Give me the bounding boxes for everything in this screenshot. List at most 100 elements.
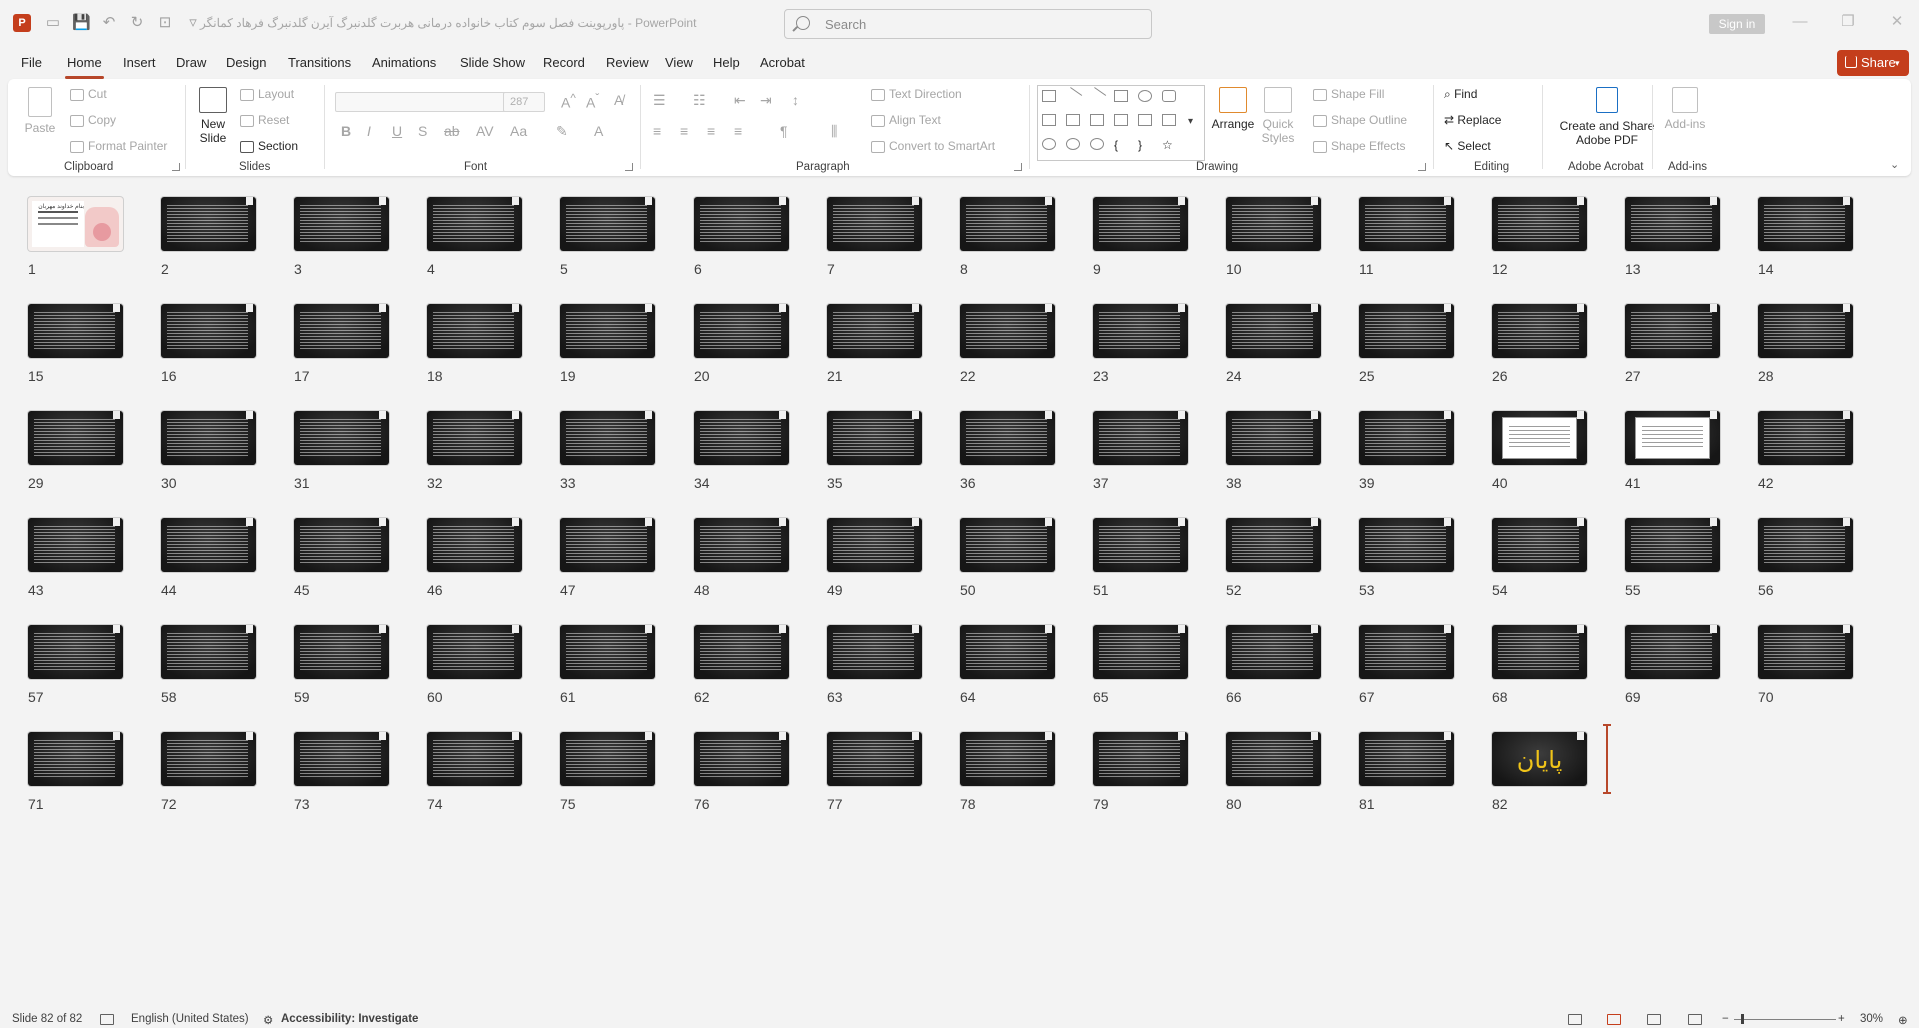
slide-thumbnail[interactable] — [827, 518, 922, 572]
tab-slide-show[interactable]: Slide Show — [460, 55, 525, 70]
char-spacing-icon[interactable]: AV — [476, 123, 494, 139]
slide-thumbnail[interactable] — [560, 304, 655, 358]
slide-thumbnail[interactable] — [1093, 518, 1188, 572]
save-icon[interactable]: 💾 — [72, 13, 91, 33]
slide-thumbnail[interactable] — [1625, 411, 1720, 465]
slide-thumbnail[interactable] — [1226, 732, 1321, 786]
flowchart-shape-icon[interactable] — [1162, 114, 1176, 126]
slide-thumbnail[interactable] — [694, 304, 789, 358]
slide-thumbnail[interactable] — [28, 411, 123, 465]
present-icon[interactable]: ⊡ — [156, 13, 174, 33]
line-spacing-icon[interactable]: ↕ — [792, 92, 799, 108]
textbox-shape-icon[interactable] — [1042, 90, 1056, 102]
slide-thumbnail[interactable] — [294, 304, 389, 358]
accessibility-icon[interactable]: ⚙ — [263, 1013, 273, 1027]
shape-effects-button[interactable]: Shape Effects — [1313, 139, 1406, 153]
slide-thumbnail[interactable] — [161, 411, 256, 465]
slide-thumbnail[interactable] — [294, 411, 389, 465]
oval-shape-icon[interactable] — [1138, 90, 1152, 102]
reset-button[interactable]: Reset — [240, 113, 289, 127]
format-painter-button[interactable]: Format Painter — [70, 139, 167, 153]
close-icon[interactable]: ✕ — [1887, 12, 1907, 32]
clipboard-launcher-icon[interactable] — [172, 163, 180, 171]
slideshow-view-icon[interactable] — [1688, 1014, 1702, 1025]
tab-view[interactable]: View — [665, 55, 693, 70]
undo-icon[interactable]: ↶ — [100, 13, 118, 33]
slide-thumbnail[interactable] — [1093, 411, 1188, 465]
accessibility-status[interactable]: Accessibility: Investigate — [281, 1013, 418, 1025]
slide-thumbnail[interactable] — [1226, 518, 1321, 572]
line-shape-icon[interactable] — [1063, 87, 1083, 105]
slide-thumbnail[interactable] — [427, 625, 522, 679]
slide-thumbnail[interactable] — [28, 518, 123, 572]
increase-indent-icon[interactable]: ⇥ — [760, 92, 772, 109]
font-launcher-icon[interactable] — [625, 163, 633, 171]
slide-thumbnail[interactable] — [827, 411, 922, 465]
quick-styles-button[interactable]: Quick Styles — [1259, 87, 1297, 145]
slide-thumbnail[interactable] — [1093, 625, 1188, 679]
slide-thumbnail[interactable] — [161, 732, 256, 786]
slide-thumbnail[interactable] — [960, 197, 1055, 251]
copy-button[interactable]: Copy — [70, 113, 116, 127]
text-direction-button[interactable]: Text Direction — [871, 87, 962, 101]
zoom-out-icon[interactable]: − — [1722, 1013, 1729, 1025]
slide-thumbnail[interactable] — [1625, 518, 1720, 572]
normal-view-icon[interactable] — [1568, 1014, 1582, 1025]
autosave-icon[interactable]: ▭ — [44, 13, 62, 33]
slide-thumbnail[interactable]: پایان — [1492, 732, 1587, 786]
rounded-rect-shape-icon[interactable] — [1162, 90, 1176, 102]
slide-thumbnail[interactable] — [294, 732, 389, 786]
elbow-arrow-icon[interactable] — [1090, 114, 1104, 126]
decrease-indent-icon[interactable]: ⇤ — [734, 92, 746, 109]
slide-thumbnail[interactable] — [1758, 304, 1853, 358]
paragraph-launcher-icon[interactable] — [1014, 163, 1022, 171]
slide-thumbnail[interactable] — [1359, 518, 1454, 572]
language[interactable]: English (United States) — [131, 1013, 249, 1025]
strikethrough-icon[interactable]: ab — [444, 123, 460, 139]
slide-thumbnail[interactable] — [827, 304, 922, 358]
slide-thumbnail[interactable] — [161, 518, 256, 572]
shape-outline-button[interactable]: Shape Outline — [1313, 113, 1407, 127]
justify-icon[interactable]: ≡ — [734, 123, 742, 139]
slide-thumbnail[interactable] — [1492, 304, 1587, 358]
select-button[interactable]: ↖ Select — [1444, 139, 1491, 153]
right-arrow-shape-icon[interactable] — [1114, 114, 1128, 126]
slide-thumbnail[interactable] — [960, 732, 1055, 786]
slide-thumbnail[interactable] — [28, 304, 123, 358]
slide-thumbnail[interactable] — [1226, 411, 1321, 465]
star-shape-icon[interactable]: ☆ — [1162, 138, 1176, 152]
zoom-in-icon[interactable]: + — [1838, 1013, 1845, 1025]
slide-thumbnail[interactable] — [427, 518, 522, 572]
slide-thumbnail[interactable] — [1625, 304, 1720, 358]
create-share-pdf-button[interactable]: Create and Share Adobe PDF — [1548, 87, 1666, 147]
right-brace-icon[interactable]: } — [1138, 138, 1152, 152]
slide-thumbnail[interactable] — [427, 304, 522, 358]
tab-draw[interactable]: Draw — [176, 55, 206, 70]
align-right-icon[interactable]: ≡ — [707, 123, 715, 139]
slide-thumbnail[interactable] — [694, 197, 789, 251]
sign-in-button[interactable]: Sign in — [1709, 14, 1765, 34]
slide-thumbnail[interactable] — [694, 411, 789, 465]
share-button[interactable]: Share ▾ — [1837, 50, 1909, 76]
replace-button[interactable]: ⇄ Replace — [1444, 113, 1501, 127]
new-slide-button[interactable]: New Slide — [193, 87, 233, 145]
slide-thumbnail[interactable] — [1093, 197, 1188, 251]
rectangle-shape-icon[interactable] — [1114, 90, 1128, 102]
cut-button[interactable]: Cut — [70, 87, 107, 101]
slide-thumbnail[interactable] — [1359, 625, 1454, 679]
slide-thumbnail[interactable] — [1758, 411, 1853, 465]
bullets-icon[interactable]: ☰ — [653, 92, 666, 109]
underline-icon[interactable]: U — [392, 123, 402, 139]
slide-thumbnail[interactable] — [1758, 518, 1853, 572]
tab-help[interactable]: Help — [713, 55, 740, 70]
triangle-shape-icon[interactable] — [1042, 114, 1056, 126]
slide-thumbnail[interactable] — [960, 304, 1055, 358]
collapse-ribbon-icon[interactable]: ⌄ — [1890, 158, 1899, 171]
notes-icon[interactable] — [100, 1014, 114, 1025]
freeform-shape-icon[interactable] — [1042, 138, 1056, 150]
slide-thumbnail[interactable] — [1758, 197, 1853, 251]
slide-count[interactable]: Slide 82 of 82 — [12, 1013, 82, 1025]
slide-thumbnail[interactable] — [1359, 732, 1454, 786]
drawing-launcher-icon[interactable] — [1418, 163, 1426, 171]
zoom-slider[interactable] — [1734, 1019, 1836, 1020]
